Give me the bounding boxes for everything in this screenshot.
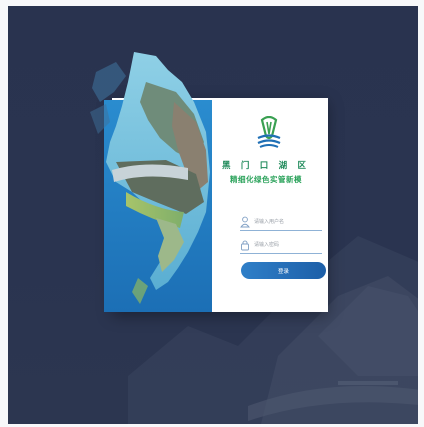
user-icon: [240, 216, 250, 228]
system-title-line1: 黑 门 口 湖 区: [222, 160, 310, 170]
username-field: [240, 216, 322, 231]
lock-icon: [241, 240, 249, 251]
password-field: [240, 239, 322, 254]
username-input[interactable]: [254, 217, 320, 227]
login-button[interactable]: 登录: [241, 262, 326, 279]
login-form: 黑 门 口 湖 区 精细化绿色实管新模 登录: [212, 92, 326, 306]
system-title-line2: 精细化绿色实管新模: [230, 175, 302, 184]
water-logo-icon: [257, 116, 281, 148]
password-input[interactable]: [254, 240, 320, 250]
reservoir-photo-collage: [90, 52, 212, 312]
